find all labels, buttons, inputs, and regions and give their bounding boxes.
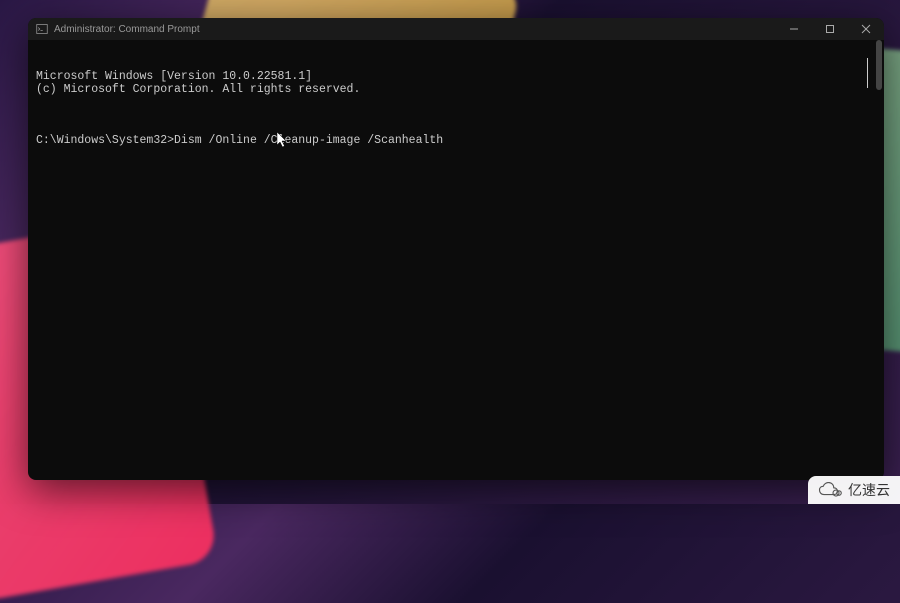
cmd-icon [36,23,48,35]
close-icon [861,24,871,34]
terminal-output[interactable]: Microsoft Windows [Version 10.0.22581.1]… [28,40,884,480]
copyright-line: (c) Microsoft Corporation. All rights re… [36,83,876,96]
window-controls [776,18,884,40]
command-line: C:\Windows\System32>Dism /Online /Cleanu… [36,134,876,147]
minimize-button[interactable] [776,18,812,40]
typed-command: Dism /Online /Cleanup-image /Scanhealth [174,134,443,147]
watermark-text: 亿速云 [848,480,890,500]
version-line: Microsoft Windows [Version 10.0.22581.1] [36,70,876,83]
maximize-icon [825,24,835,34]
watermark-badge: 亿速云 [808,476,900,504]
text-cursor [867,58,868,88]
prompt-path: C:\Windows\System32> [36,134,174,147]
close-button[interactable] [848,18,884,40]
maximize-button[interactable] [812,18,848,40]
minimize-icon [789,24,799,34]
window-titlebar[interactable]: Administrator: Command Prompt [28,18,884,40]
command-prompt-window: Administrator: Command Prompt Microsoft … [28,18,884,480]
cloud-icon [818,482,842,498]
window-title: Administrator: Command Prompt [54,24,200,35]
scrollbar-thumb[interactable] [876,40,882,90]
